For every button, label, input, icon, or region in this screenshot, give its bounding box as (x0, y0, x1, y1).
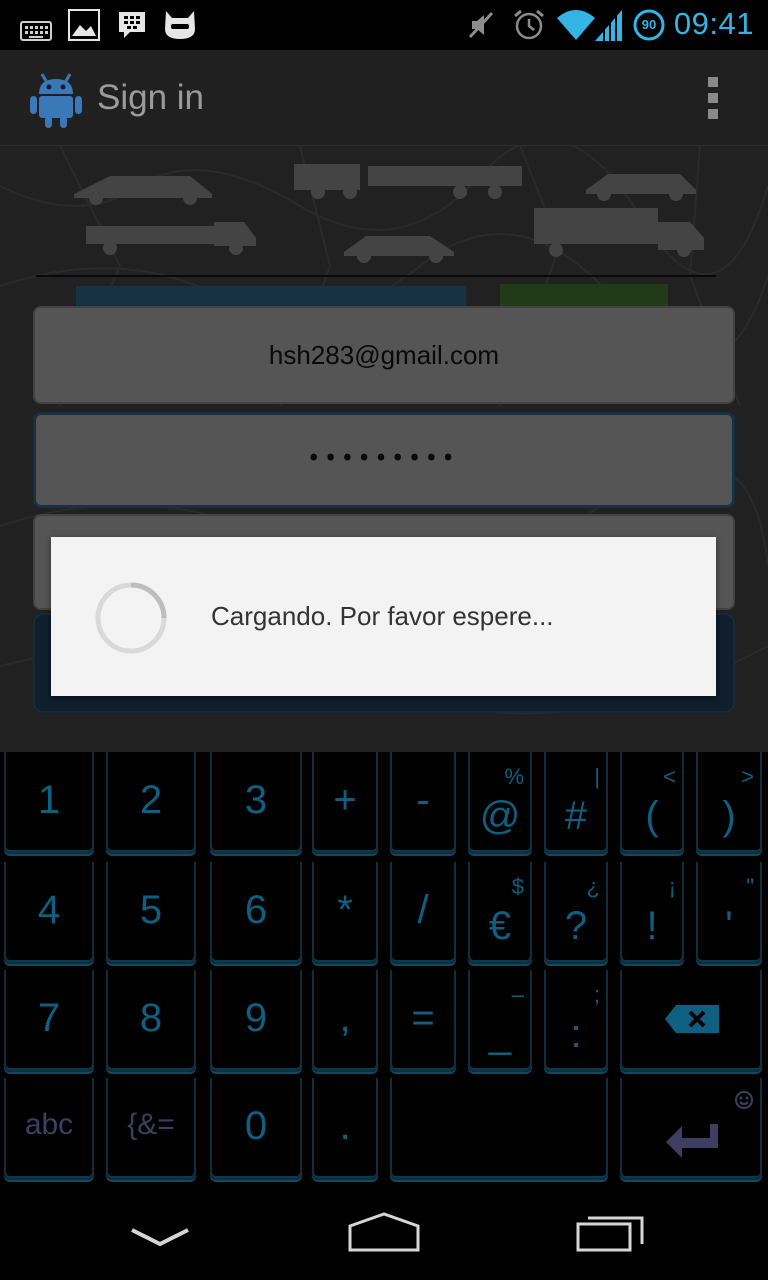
action-bar: Sign in (0, 50, 768, 146)
key-label: 9 (244, 996, 268, 1040)
key-label: 8 (139, 996, 163, 1040)
key[interactable]: € $ (468, 862, 532, 964)
key[interactable]: . (312, 1078, 378, 1180)
key[interactable]: _ – (468, 970, 532, 1072)
status-bar: 90 09:41 (0, 0, 768, 50)
key-alt-label: > (741, 764, 754, 789)
key-alt-label: – (511, 982, 524, 1007)
key-alt-label: $ (511, 874, 524, 899)
key[interactable]: - (390, 752, 456, 854)
key-label: - (416, 778, 430, 822)
key-label: {&= (127, 1108, 175, 1141)
key[interactable]: ) > (696, 752, 762, 854)
key-label: # (564, 794, 588, 838)
key[interactable]: ' " (696, 862, 762, 964)
clock: 09:41 (673, 6, 754, 41)
key[interactable]: {&= (106, 1078, 196, 1180)
key-label: . (339, 1104, 351, 1148)
key-label: 6 (244, 888, 268, 932)
key[interactable]: 0 (210, 1078, 302, 1180)
key[interactable]: ! ¡ (620, 862, 684, 964)
key[interactable]: 3 (210, 752, 302, 854)
key-label: * (337, 888, 353, 932)
key-label: @ (479, 794, 521, 838)
alarm-icon (514, 9, 544, 40)
key-label: € (488, 904, 512, 948)
key-label: 7 (37, 996, 61, 1040)
battery-level: 90 (641, 17, 657, 32)
key-label: _ (488, 1012, 512, 1056)
cyanogen-icon (165, 11, 195, 39)
key[interactable]: 2 (106, 752, 196, 854)
key[interactable]: (< (620, 752, 684, 854)
enter-icon (666, 1124, 718, 1158)
navigation-bar (0, 1190, 768, 1280)
key[interactable]: , (312, 970, 378, 1072)
page-title: Sign in (97, 78, 205, 117)
key[interactable]: 4 (4, 862, 94, 964)
key[interactable]: 6 (210, 862, 302, 964)
key-label: ) (722, 794, 736, 838)
key-label: = (411, 996, 435, 1040)
home-icon[interactable] (334, 1204, 434, 1264)
key[interactable]: abc (4, 1078, 94, 1180)
overflow-menu-icon[interactable] (708, 77, 722, 121)
dialog-message: Cargando. Por favor espere... (211, 601, 554, 631)
key[interactable]: ? ¿ (544, 862, 608, 964)
key[interactable]: 8 (106, 970, 196, 1072)
signal-icon (595, 10, 622, 42)
key-label: ( (645, 794, 659, 838)
key[interactable]: 1 (4, 752, 94, 854)
key[interactable]: 7 (4, 970, 94, 1072)
key[interactable]: * (312, 862, 378, 964)
recents-icon[interactable] (562, 1204, 662, 1264)
loading-dialog: Cargando. Por favor espere... (51, 537, 716, 696)
key[interactable]: # | (544, 752, 608, 854)
enter-key[interactable] (620, 1078, 762, 1180)
key-label: abc (24, 1108, 74, 1141)
keyboard-icon (20, 21, 52, 41)
key-label: 4 (37, 888, 61, 932)
spinner-icon (95, 582, 167, 654)
key-alt-label: ; (593, 982, 600, 1007)
key-alt-label: % (504, 764, 524, 789)
key-alt-label: " (746, 874, 754, 899)
key-label: ' (725, 904, 733, 948)
key-label: / (417, 888, 429, 932)
key-alt-label: ¿ (586, 874, 600, 899)
key[interactable]: = (390, 970, 456, 1072)
key-label: 2 (139, 778, 163, 822)
android-robot-icon[interactable] (30, 70, 82, 128)
key-alt-label: | (594, 764, 600, 789)
backspace-key[interactable] (620, 970, 762, 1072)
key-label: , (339, 996, 351, 1040)
gallery-icon (68, 9, 100, 41)
key-label: 0 (244, 1104, 268, 1148)
key-alt-label: ¡ (668, 874, 676, 899)
backspace-icon (665, 1005, 719, 1033)
symbol-keyboard: 1 2 3 + - @% # |(<) >4 5 6 * / € $? ¿! ¡ ' " 7 8 9, = _ –:; abc {&… (0, 752, 768, 1190)
key[interactable]: + (312, 752, 378, 854)
key[interactable]: 9 (210, 970, 302, 1072)
space-key[interactable] (390, 1078, 608, 1180)
mute-icon (468, 11, 494, 39)
key-label: + (333, 778, 357, 822)
key[interactable]: @% (468, 752, 532, 854)
back-icon[interactable] (110, 1204, 210, 1264)
key-label: : (570, 1012, 582, 1056)
key-label: 1 (37, 778, 61, 822)
key[interactable]: 5 (106, 862, 196, 964)
key[interactable]: / (390, 862, 456, 964)
key-label: 5 (139, 888, 163, 932)
key-label: ! (646, 904, 658, 948)
smiley-icon (735, 1091, 753, 1109)
bbm-icon (119, 12, 145, 38)
key[interactable]: :; (544, 970, 608, 1072)
wifi-icon (557, 10, 595, 40)
key-alt-label: < (663, 764, 676, 789)
key-label: 3 (244, 778, 268, 822)
key-label: ? (564, 904, 588, 948)
